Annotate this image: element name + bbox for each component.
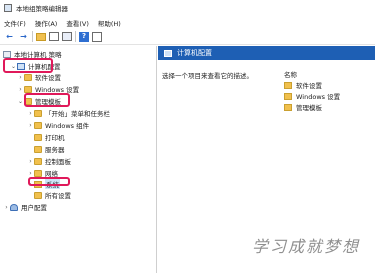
forward-icon[interactable]: → bbox=[18, 31, 29, 42]
app-icon bbox=[4, 4, 12, 12]
export-list-icon[interactable] bbox=[62, 32, 72, 41]
help-icon[interactable]: ? bbox=[79, 31, 89, 42]
tree-node-user-config[interactable]: › 用户配置 bbox=[3, 202, 47, 212]
window-title: 本地组策略编辑器 bbox=[16, 5, 68, 13]
list-item-label: Windows 设置 bbox=[296, 93, 341, 101]
tree-node-control-panel[interactable]: › 控制面板 bbox=[27, 156, 71, 166]
menu-action[interactable]: 操作(A) bbox=[35, 18, 58, 28]
tree-label: 软件设置 bbox=[35, 74, 61, 82]
tree-pane: 本地计算机 策略 ⌄ 计算机配置 › 软件设置 › Windows 设置 ⌄ 管… bbox=[0, 46, 157, 273]
folder-icon bbox=[34, 169, 42, 177]
chevron-right-icon[interactable]: › bbox=[3, 204, 10, 211]
folder-icon bbox=[284, 92, 292, 100]
title-bar: 本地组策略编辑器 bbox=[0, 0, 375, 16]
tree-label: 用户配置 bbox=[21, 204, 47, 212]
show-hide-tree-icon[interactable] bbox=[49, 32, 59, 41]
watermark: 学习成就梦想 bbox=[252, 237, 361, 256]
menu-file[interactable]: 文件(F) bbox=[4, 18, 26, 28]
properties-icon[interactable] bbox=[92, 31, 102, 42]
tree-label: 所有设置 bbox=[45, 192, 71, 200]
menu-help[interactable]: 帮助(H) bbox=[98, 18, 121, 28]
chevron-right-icon[interactable]: › bbox=[17, 86, 24, 93]
highlight-computer-config bbox=[3, 58, 53, 73]
column-header-name[interactable]: 名称 bbox=[284, 69, 297, 79]
user-icon bbox=[10, 203, 18, 211]
list-item-admin-templates[interactable]: 管理模板 bbox=[284, 102, 322, 112]
up-folder-icon[interactable] bbox=[36, 32, 46, 41]
folder-icon bbox=[34, 157, 42, 165]
chevron-right-icon[interactable]: › bbox=[27, 158, 34, 165]
tree-label: 服务器 bbox=[45, 146, 65, 154]
tree-node-servers[interactable]: 服务器 bbox=[27, 144, 65, 154]
tree-label: 打印机 bbox=[45, 134, 65, 142]
description-text: 选择一个项目来查看它的描述。 bbox=[162, 72, 253, 80]
list-item-label: 管理模板 bbox=[296, 104, 322, 112]
computer-icon bbox=[164, 49, 172, 57]
folder-icon bbox=[284, 103, 292, 111]
chevron-right-icon[interactable]: › bbox=[27, 122, 34, 129]
tree-node-printers[interactable]: 打印机 bbox=[27, 132, 65, 142]
toolbar-separator bbox=[75, 31, 76, 42]
tree-node-windows-components[interactable]: › Windows 组件 bbox=[27, 120, 89, 130]
folder-icon bbox=[34, 121, 42, 129]
tree-label: 「开始」菜单和任务栏 bbox=[45, 110, 110, 118]
policy-icon bbox=[3, 50, 11, 58]
chevron-down-icon[interactable]: ⌄ bbox=[17, 98, 24, 105]
tree-label: Windows 组件 bbox=[45, 122, 90, 130]
chevron-right-icon[interactable]: › bbox=[27, 170, 34, 177]
folder-icon bbox=[34, 191, 42, 199]
content-header: 计算机配置 bbox=[158, 46, 375, 60]
menu-bar: 文件(F) 操作(A) 查看(V) 帮助(H) bbox=[0, 16, 375, 29]
list-item-windows-settings[interactable]: Windows 设置 bbox=[284, 91, 340, 101]
highlight-system bbox=[28, 177, 70, 186]
folder-icon bbox=[34, 133, 42, 141]
chevron-right-icon[interactable]: › bbox=[17, 74, 24, 81]
chevron-right-icon[interactable]: › bbox=[27, 110, 34, 117]
folder-icon bbox=[284, 81, 292, 89]
list-item-label: 软件设置 bbox=[296, 82, 322, 90]
back-icon[interactable]: ← bbox=[4, 31, 15, 42]
tree-label: 控制面板 bbox=[45, 158, 71, 166]
folder-icon bbox=[24, 85, 32, 93]
list-item-software-settings[interactable]: 软件设置 bbox=[284, 80, 322, 90]
toolbar: ← → ? bbox=[0, 29, 375, 45]
folder-icon bbox=[24, 73, 32, 81]
tree-node-all-settings[interactable]: 所有设置 bbox=[27, 190, 71, 200]
tree-node-software-settings[interactable]: › 软件设置 bbox=[17, 72, 61, 82]
toolbar-separator bbox=[32, 31, 33, 42]
highlight-admin-templates bbox=[24, 93, 70, 107]
menu-view[interactable]: 查看(V) bbox=[66, 18, 89, 28]
folder-icon bbox=[34, 145, 42, 153]
content-title: 计算机配置 bbox=[177, 49, 212, 57]
folder-icon bbox=[34, 109, 42, 117]
tree-node-start-menu[interactable]: › 「开始」菜单和任务栏 bbox=[27, 108, 110, 118]
